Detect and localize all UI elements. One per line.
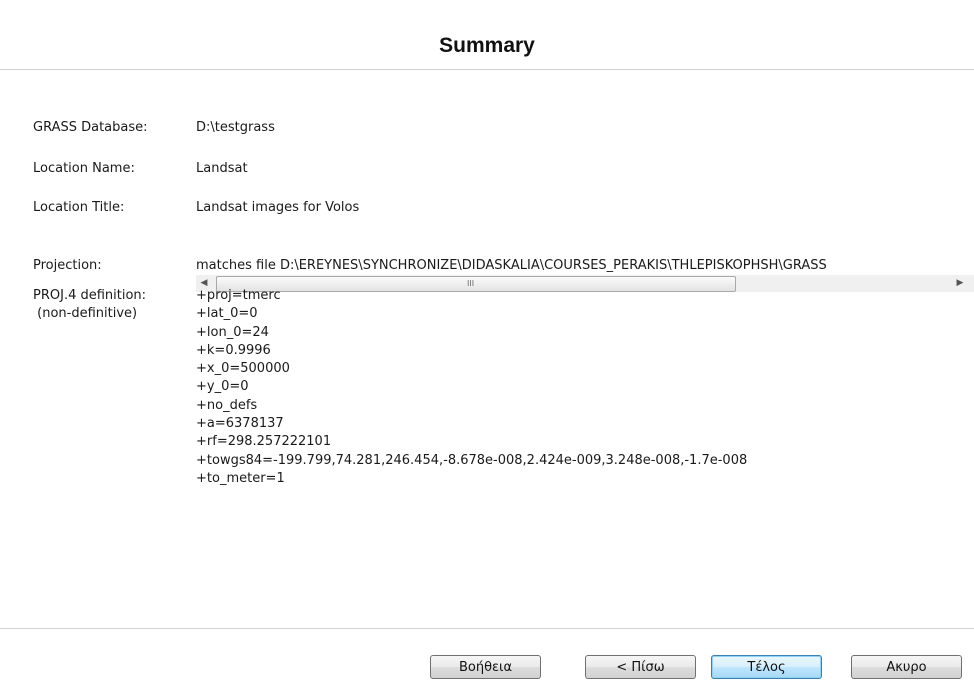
footer-divider <box>0 628 974 629</box>
page-title: Summary <box>439 34 535 57</box>
proj4-line: +k=0.9996 <box>196 342 271 358</box>
finish-button[interactable]: Τέλος <box>711 655 822 679</box>
proj4-line: +to_meter=1 <box>196 470 285 486</box>
proj4-line: +towgs84=-199.799,74.281,246.454,-8.678e… <box>196 452 748 468</box>
proj4-line: +y_0=0 <box>196 379 249 395</box>
location-name-value: Landsat <box>196 161 248 176</box>
proj4-line: +a=6378137 <box>196 416 284 432</box>
back-button[interactable]: < Πίσω <box>585 655 696 679</box>
cancel-button[interactable]: Ακυρο <box>851 655 962 679</box>
proj4-definition-label: PROJ.4 definition: (non-definitive) <box>33 288 147 321</box>
proj4-line: +lon_0=24 <box>196 324 269 340</box>
location-title-value: Landsat images for Volos <box>196 200 360 215</box>
header-divider <box>0 69 974 70</box>
grass-database-label: GRASS Database: <box>33 120 148 135</box>
grass-database-value: D:\testgrass <box>196 120 275 135</box>
proj4-line: +x_0=500000 <box>196 361 290 377</box>
proj4-definition-list: +proj=tmerc +lat_0=0 +lon_0=24 +k=0.9996… <box>196 287 747 488</box>
help-button[interactable]: Βοήθεια <box>430 655 541 679</box>
scroll-right-arrow-icon[interactable]: ▶ <box>952 275 968 292</box>
projection-label: Projection: <box>33 258 102 273</box>
proj4-line: +rf=298.257222101 <box>196 434 332 450</box>
proj4-line: +proj=tmerc <box>196 288 281 303</box>
proj4-line: +lat_0=0 <box>196 306 258 322</box>
proj4-line: +no_defs <box>196 397 258 413</box>
projection-value: matches file D:\EREYNES\SYNCHRONIZE\DIDA… <box>196 258 827 273</box>
location-title-label: Location Title: <box>33 200 125 215</box>
projection-text-area: matches file D:\EREYNES\SYNCHRONIZE\DIDA… <box>196 257 974 275</box>
location-name-label: Location Name: <box>33 161 135 176</box>
